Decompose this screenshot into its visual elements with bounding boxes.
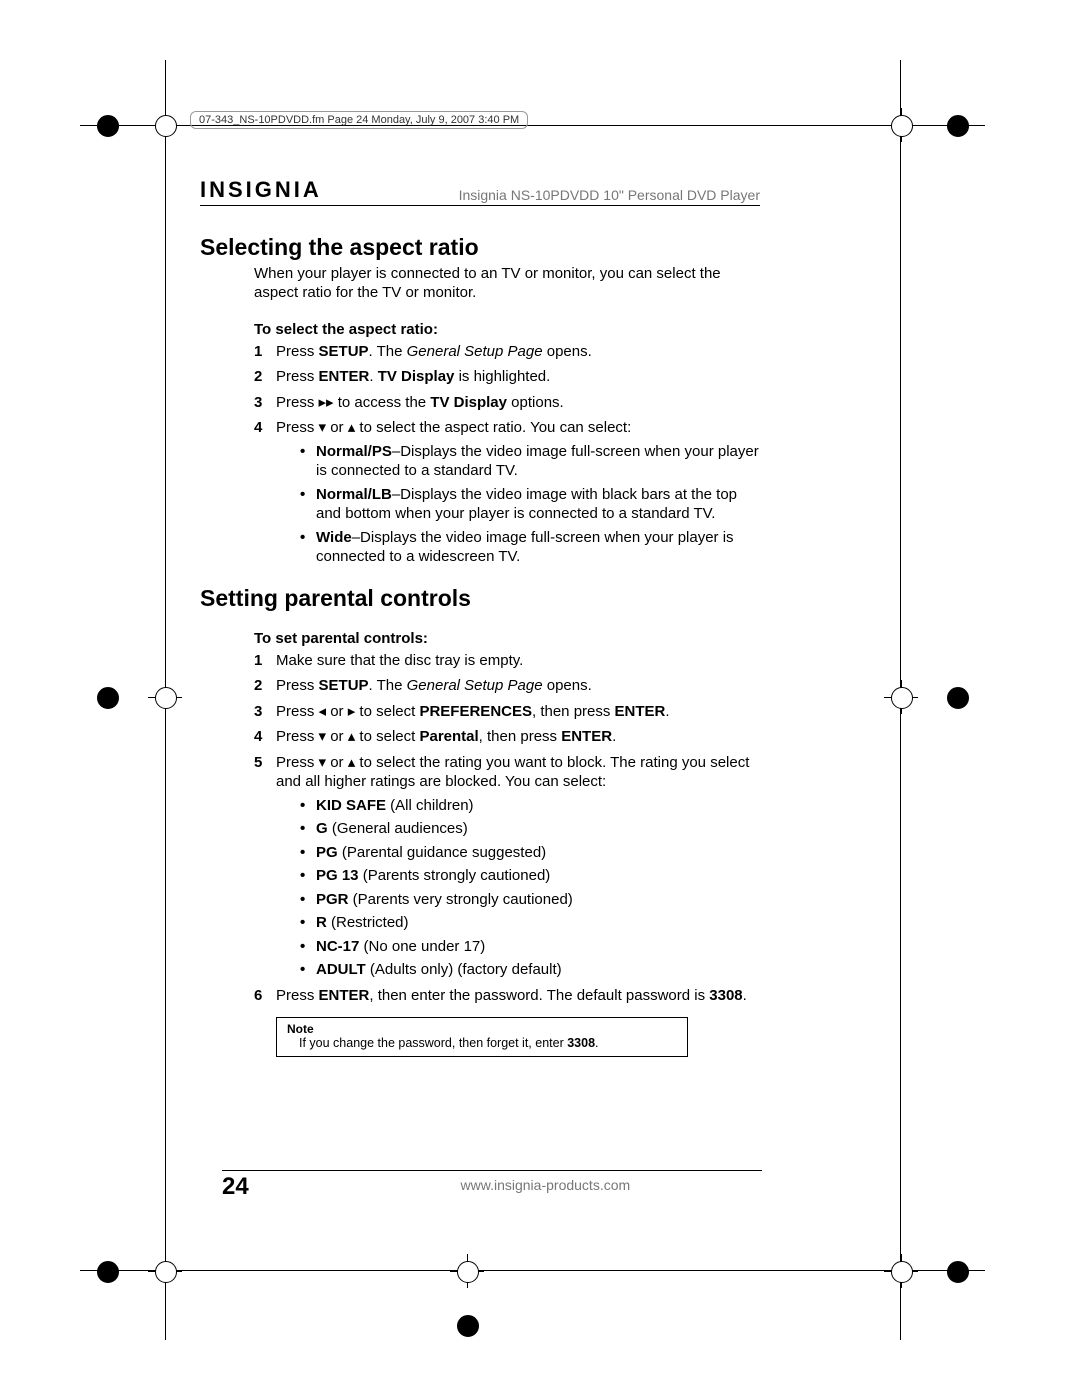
crop-mark-icon [884,1254,918,1288]
step-item: Press ▸▸ to access the TV Display option… [254,393,760,413]
step-item: Press SETUP. The General Setup Page open… [254,676,760,696]
note-box: Note If you change the password, then fo… [276,1017,688,1057]
rating-item: PG 13 (Parents strongly cautioned) [300,866,760,886]
rating-item: PG (Parental guidance suggested) [300,843,760,863]
note-title: Note [287,1022,677,1036]
fast-forward-icon: ▸▸ [319,394,334,411]
ratings-list: KID SAFE (All children) G (General audie… [300,796,760,980]
crop-mark-icon [940,1254,974,1288]
step-item: Press ▾ or ▴ to select Parental, then pr… [254,727,760,747]
option-item: Normal/LB–Displays the video image with … [300,485,760,524]
crop-mark-icon [148,680,182,714]
procedure-heading: To set parental controls: [254,630,760,647]
crop-mark-icon [90,1254,124,1288]
product-title: Insignia NS-10PDVDD 10" Personal DVD Pla… [459,187,760,203]
option-item: Normal/PS–Displays the video image full-… [300,442,760,481]
rating-item: G (General audiences) [300,819,760,839]
rating-item: NC-17 (No one under 17) [300,937,760,957]
rating-item: PGR (Parents very strongly cautioned) [300,890,760,910]
step-item: Press ENTER. TV Display is highlighted. [254,367,760,387]
step-item: Press ▾ or ▴ to select the rating you wa… [254,753,760,980]
crop-mark-icon [90,108,124,142]
rating-item: ADULT (Adults only) (factory default) [300,960,760,980]
step-item: Press ENTER, then enter the password. Th… [254,986,760,1006]
section-intro: When your player is connected to an TV o… [254,265,760,303]
left-arrow-icon: ◂ [319,703,327,720]
page-header: INSIGNIA Insignia NS-10PDVDD 10" Persona… [200,177,760,206]
rating-item: KID SAFE (All children) [300,796,760,816]
step-item: Make sure that the disc tray is empty. [254,651,760,671]
note-body: If you change the password, then forget … [299,1036,677,1050]
file-meta: 07-343_NS-10PDVDD.fm Page 24 Monday, Jul… [190,111,528,129]
crop-mark-icon [148,1254,182,1288]
crop-mark-icon [90,680,124,714]
steps-list: Press SETUP. The General Setup Page open… [254,342,760,567]
crop-mark-icon [450,1254,484,1288]
down-arrow-icon: ▾ [319,419,327,436]
step-item: Press ▾ or ▴ to select the aspect ratio.… [254,418,760,567]
crop-mark-icon [884,108,918,142]
page-body: 07-343_NS-10PDVDD.fm Page 24 Monday, Jul… [200,110,760,1057]
rating-item: R (Restricted) [300,913,760,933]
crop-mark-icon [884,680,918,714]
down-arrow-icon: ▾ [319,754,327,771]
brand-logo: INSIGNIA [200,177,322,203]
steps-list: Make sure that the disc tray is empty. P… [254,651,760,1006]
procedure-heading: To select the aspect ratio: [254,321,760,338]
crop-mark-icon [940,680,974,714]
crop-mark-icon [148,108,182,142]
crop-mark-icon [940,108,974,142]
step-item: Press SETUP. The General Setup Page open… [254,342,760,362]
footer-url: www.insignia-products.com [461,1177,631,1193]
page-number: 24 [222,1173,249,1201]
section-heading-aspect: Selecting the aspect ratio [200,234,760,261]
option-item: Wide–Displays the video image full-scree… [300,528,760,567]
crop-mark-icon [450,1308,484,1342]
page-footer: 24 www.insignia-products.com [222,1170,762,1205]
step-item: Press ◂ or ▸ to select PREFERENCES, then… [254,702,760,722]
section-heading-parental: Setting parental controls [200,585,760,612]
down-arrow-icon: ▾ [319,728,327,745]
options-list: Normal/PS–Displays the video image full-… [300,442,760,567]
